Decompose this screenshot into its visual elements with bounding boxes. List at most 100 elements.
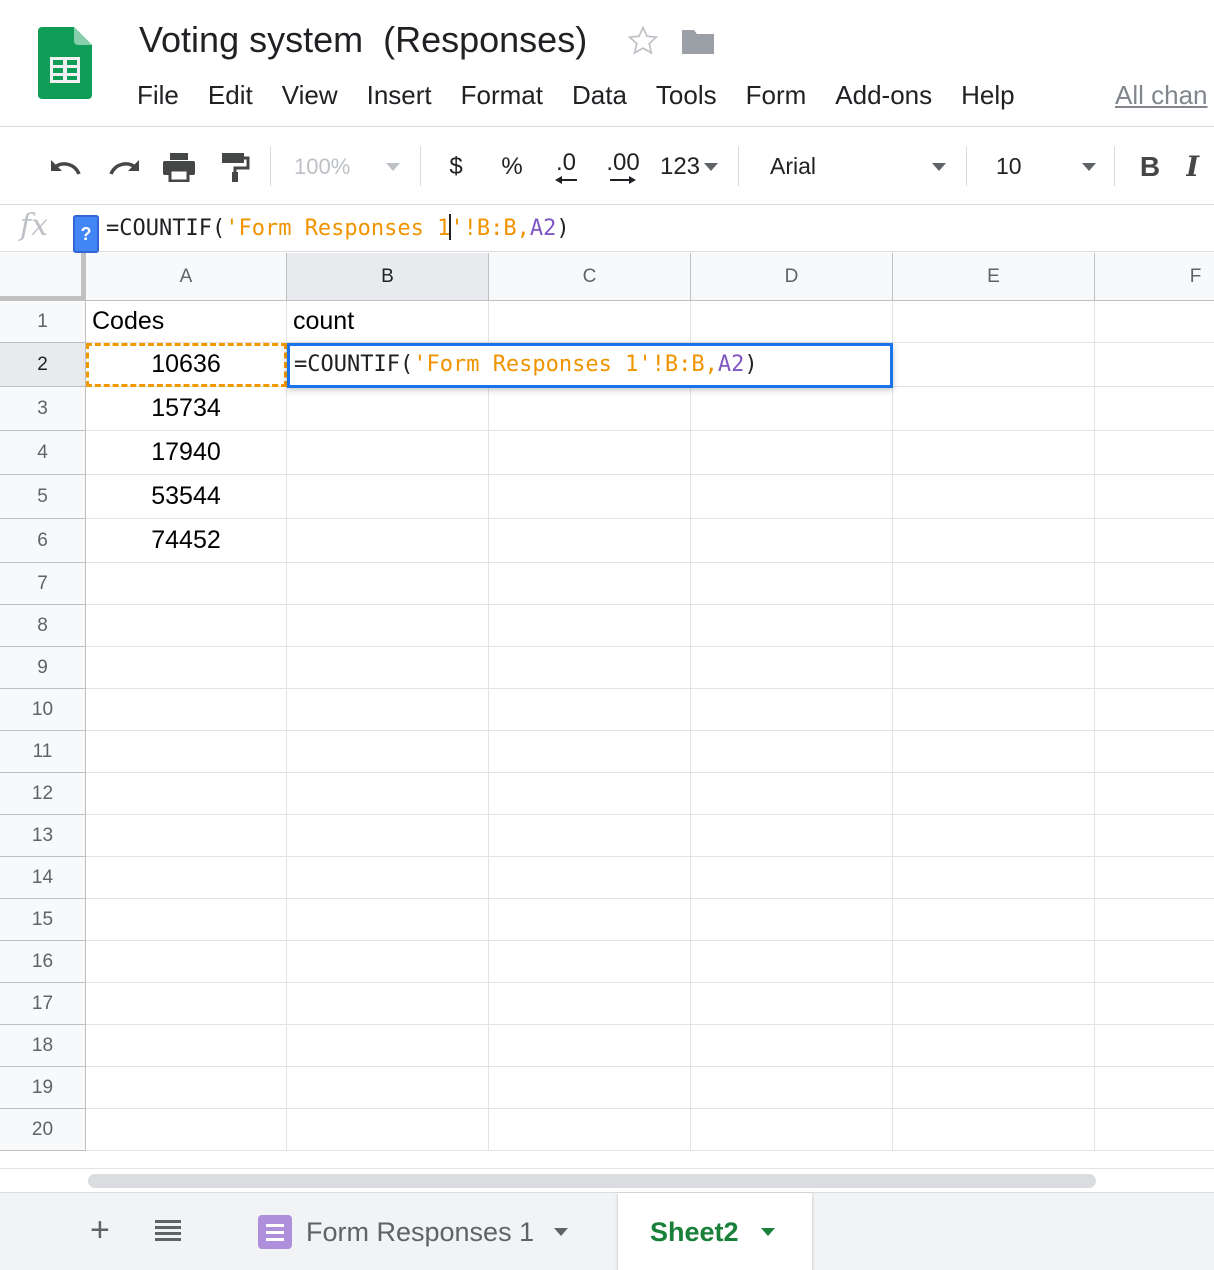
print-button[interactable] <box>158 128 200 205</box>
cell-e7[interactable] <box>893 563 1095 605</box>
cell-e6[interactable] <box>893 519 1095 563</box>
cell-d11[interactable] <box>691 731 893 773</box>
cell-d6[interactable] <box>691 519 893 563</box>
cell-a8[interactable] <box>86 605 287 647</box>
cell-b1[interactable]: count <box>287 301 489 343</box>
row-header-8[interactable]: 8 <box>0 605 86 647</box>
menu-format[interactable]: Format <box>461 78 543 112</box>
row-header-11[interactable]: 11 <box>0 731 86 773</box>
cell-b12[interactable] <box>287 773 489 815</box>
row-header-12[interactable]: 12 <box>0 773 86 815</box>
more-formats-select[interactable]: 123 <box>656 128 722 205</box>
cell-e4[interactable] <box>893 431 1095 475</box>
cell-c3[interactable] <box>489 387 691 431</box>
cell-e5[interactable] <box>893 475 1095 519</box>
cell-e2[interactable] <box>893 343 1095 387</box>
menu-form[interactable]: Form <box>746 78 807 112</box>
row-header-16[interactable]: 16 <box>0 941 86 983</box>
cell-a5[interactable]: 53544 <box>86 475 287 519</box>
cell-c17[interactable] <box>489 983 691 1025</box>
menu-add-ons[interactable]: Add-ons <box>835 78 932 112</box>
cell-d4[interactable] <box>691 431 893 475</box>
formula-input[interactable]: =COUNTIF('Form Responses 1'!B:B,A2) <box>106 212 570 246</box>
horizontal-scrollbar[interactable] <box>0 1168 1214 1192</box>
row-header-5[interactable]: 5 <box>0 475 86 519</box>
cell-f18[interactable] <box>1095 1025 1214 1067</box>
cell-f12[interactable] <box>1095 773 1214 815</box>
cell-f7[interactable] <box>1095 563 1214 605</box>
cell-b19[interactable] <box>287 1067 489 1109</box>
cell-c13[interactable] <box>489 815 691 857</box>
menu-edit[interactable]: Edit <box>208 78 253 112</box>
cell-a4[interactable]: 17940 <box>86 431 287 475</box>
column-header-a[interactable]: A <box>86 253 287 301</box>
chevron-down-icon[interactable] <box>554 1228 569 1236</box>
menu-insert[interactable]: Insert <box>367 78 432 112</box>
cell-b14[interactable] <box>287 857 489 899</box>
cell-a12[interactable] <box>86 773 287 815</box>
cell-d17[interactable] <box>691 983 893 1025</box>
cell-e13[interactable] <box>893 815 1095 857</box>
cell-f13[interactable] <box>1095 815 1214 857</box>
italic-button[interactable]: I <box>1186 128 1214 205</box>
cell-f10[interactable] <box>1095 689 1214 731</box>
menu-help[interactable]: Help <box>961 78 1014 112</box>
scrollbar-thumb[interactable] <box>88 1174 1096 1188</box>
column-header-d[interactable]: D <box>691 253 893 301</box>
cell-b6[interactable] <box>287 519 489 563</box>
cell-f20[interactable] <box>1095 1109 1214 1151</box>
cell-b15[interactable] <box>287 899 489 941</box>
cell-c18[interactable] <box>489 1025 691 1067</box>
cell-d3[interactable] <box>691 387 893 431</box>
cell-f5[interactable] <box>1095 475 1214 519</box>
cell-f3[interactable] <box>1095 387 1214 431</box>
row-header-13[interactable]: 13 <box>0 815 86 857</box>
cell-c7[interactable] <box>489 563 691 605</box>
all-sheets-menu-icon[interactable] <box>155 1219 181 1241</box>
cell-d18[interactable] <box>691 1025 893 1067</box>
cell-b8[interactable] <box>287 605 489 647</box>
cell-c16[interactable] <box>489 941 691 983</box>
cell-e19[interactable] <box>893 1067 1095 1109</box>
font-size-select[interactable]: 10 <box>986 128 1102 205</box>
document-title[interactable]: Voting system (Responses) <box>139 18 587 62</box>
cell-a11[interactable] <box>86 731 287 773</box>
row-header-18[interactable]: 18 <box>0 1025 86 1067</box>
cell-b20[interactable] <box>287 1109 489 1151</box>
row-header-9[interactable]: 9 <box>0 647 86 689</box>
cell-f1[interactable] <box>1095 301 1214 343</box>
cell-b17[interactable] <box>287 983 489 1025</box>
cell-f9[interactable] <box>1095 647 1214 689</box>
row-header-10[interactable]: 10 <box>0 689 86 731</box>
chevron-down-icon[interactable] <box>760 1228 775 1236</box>
cell-f15[interactable] <box>1095 899 1214 941</box>
cell-a15[interactable] <box>86 899 287 941</box>
cell-e15[interactable] <box>893 899 1095 941</box>
cell-e14[interactable] <box>893 857 1095 899</box>
column-header-e[interactable]: E <box>893 253 1095 301</box>
cell-e11[interactable] <box>893 731 1095 773</box>
formula-help-icon[interactable]: ? <box>73 215 99 253</box>
cell-c12[interactable] <box>489 773 691 815</box>
cell-e1[interactable] <box>893 301 1095 343</box>
select-all-corner[interactable] <box>0 253 86 301</box>
cell-a10[interactable] <box>86 689 287 731</box>
cell-f4[interactable] <box>1095 431 1214 475</box>
cell-a18[interactable] <box>86 1025 287 1067</box>
cell-f14[interactable] <box>1095 857 1214 899</box>
menu-data[interactable]: Data <box>572 78 627 112</box>
cell-a3[interactable]: 15734 <box>86 387 287 431</box>
undo-button[interactable] <box>44 128 88 205</box>
cell-a20[interactable] <box>86 1109 287 1151</box>
cell-c20[interactable] <box>489 1109 691 1151</box>
cell-f17[interactable] <box>1095 983 1214 1025</box>
cell-b16[interactable] <box>287 941 489 983</box>
cell-c9[interactable] <box>489 647 691 689</box>
google-sheets-logo-icon[interactable] <box>38 27 92 99</box>
cell-d9[interactable] <box>691 647 893 689</box>
cell-c6[interactable] <box>489 519 691 563</box>
tab-form-responses-1[interactable]: Form Responses 1 <box>240 1193 610 1270</box>
cell-e20[interactable] <box>893 1109 1095 1151</box>
row-header-7[interactable]: 7 <box>0 563 86 605</box>
column-header-b[interactable]: B <box>287 253 489 301</box>
